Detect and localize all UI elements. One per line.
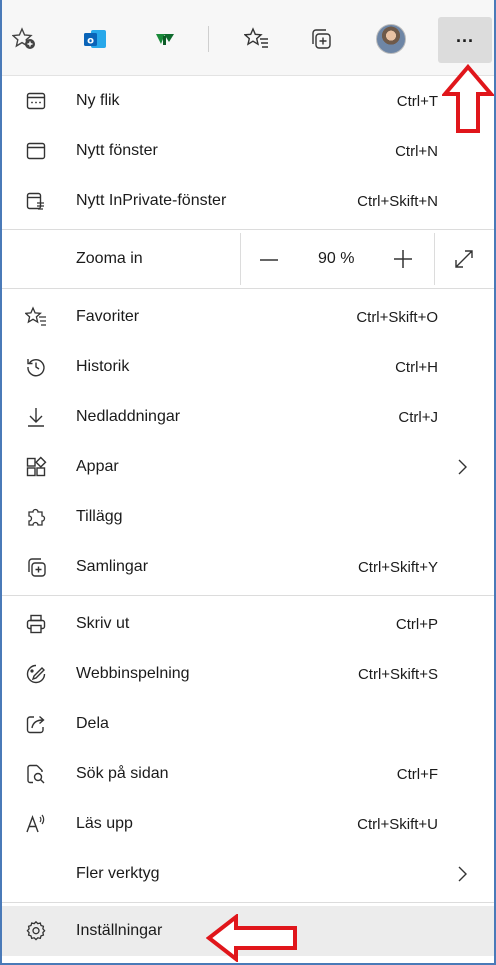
menu-divider: [2, 595, 494, 596]
downloads-label: Nedladdningar: [76, 408, 181, 425]
menu-item-more-tools[interactable]: Fler verktyg: [2, 849, 494, 899]
downloads-shortcut: Ctrl+J: [398, 408, 438, 426]
chevron-right-icon: [456, 864, 470, 889]
favorites-label: Favoriter: [76, 308, 140, 325]
browser-window: o ... Ny flik Ctrl+T Nytt fönster Ctrl+N…: [0, 0, 496, 965]
browser-toolbar: o ...: [2, 0, 494, 76]
avatar-image: [376, 24, 406, 54]
new-tab-label: Ny flik: [76, 92, 120, 109]
outlook-extension-icon[interactable]: o: [72, 8, 118, 70]
menu-item-collections[interactable]: Samlingar Ctrl+Skift+Y: [2, 542, 494, 592]
menu-item-share[interactable]: Dela: [2, 699, 494, 749]
new-window-icon: [24, 139, 48, 163]
menu-divider: [2, 288, 494, 289]
history-icon: [24, 355, 48, 379]
menu-item-new-inprivate[interactable]: Nytt InPrivate-fönster Ctrl+Skift+N: [2, 176, 494, 226]
favorites-icon[interactable]: [234, 8, 280, 70]
favorites-icon: [24, 305, 48, 329]
share-icon: [24, 712, 48, 736]
zoom-label: Zooma in: [76, 250, 143, 267]
new-window-shortcut: Ctrl+N: [395, 142, 438, 160]
zoom-separator: [240, 233, 241, 285]
inprivate-icon: [24, 189, 48, 213]
find-on-page-icon: [24, 762, 48, 786]
web-capture-shortcut: Ctrl+Skift+S: [357, 665, 438, 683]
collections-label: Samlingar: [76, 558, 149, 575]
settings-menu: Ny flik Ctrl+T Nytt fönster Ctrl+N Nytt …: [2, 76, 494, 956]
read-aloud-shortcut: Ctrl+Skift+U: [357, 815, 438, 833]
puzzle-icon: [24, 505, 48, 529]
new-tab-icon: [24, 89, 48, 113]
add-favorite-icon[interactable]: [2, 8, 48, 70]
chevron-right-icon: [456, 457, 470, 482]
more-tools-label: Fler verktyg: [76, 865, 160, 882]
print-label: Skriv ut: [76, 615, 130, 632]
annotation-arrow-left: [206, 914, 297, 962]
menu-item-apps[interactable]: Appar: [2, 442, 494, 492]
toolbar-separator: [208, 26, 209, 52]
zoom-out-icon[interactable]: [258, 249, 280, 276]
menu-item-zoom: Zooma in 90 %: [2, 233, 494, 285]
find-shortcut: Ctrl+F: [396, 765, 438, 783]
new-inprivate-label: Nytt InPrivate-fönster: [76, 192, 227, 209]
extensions-label: Tillägg: [76, 508, 123, 525]
apps-label: Appar: [76, 458, 119, 475]
print-shortcut: Ctrl+P: [395, 615, 438, 633]
menu-item-read-aloud[interactable]: Läs upp Ctrl+Skift+U: [2, 799, 494, 849]
download-icon: [24, 405, 48, 429]
history-shortcut: Ctrl+H: [395, 358, 438, 376]
more-options-icon: ...: [455, 25, 474, 46]
menu-item-extensions[interactable]: Tillägg: [2, 492, 494, 542]
collections-shortcut: Ctrl+Skift+Y: [357, 558, 438, 576]
collections-icon[interactable]: [298, 8, 344, 70]
web-capture-label: Webbinspelning: [76, 665, 190, 682]
fullscreen-icon[interactable]: [453, 248, 475, 275]
find-label: Sök på sidan: [76, 765, 169, 782]
read-aloud-label: Läs upp: [76, 815, 133, 832]
read-aloud-icon: [24, 812, 48, 836]
annotation-arrow-up: [442, 64, 494, 133]
zoom-value: 90 %: [318, 250, 355, 267]
zoom-in-icon[interactable]: [392, 248, 414, 275]
menu-item-find[interactable]: Sök på sidan Ctrl+F: [2, 749, 494, 799]
svg-text:o: o: [87, 36, 94, 47]
menu-item-history[interactable]: Historik Ctrl+H: [2, 342, 494, 392]
collections-icon: [24, 555, 48, 579]
favorites-shortcut: Ctrl+Skift+O: [356, 308, 438, 326]
zoom-separator: [434, 233, 435, 285]
more-options-button[interactable]: ...: [438, 17, 492, 63]
printer-icon: [24, 612, 48, 636]
new-window-label: Nytt fönster: [76, 142, 158, 159]
menu-item-favorites[interactable]: Favoriter Ctrl+Skift+O: [2, 292, 494, 342]
menu-divider: [2, 229, 494, 230]
menu-item-web-capture[interactable]: Webbinspelning Ctrl+Skift+S: [2, 649, 494, 699]
menu-item-new-window[interactable]: Nytt fönster Ctrl+N: [2, 126, 494, 176]
web-capture-icon: [24, 662, 48, 686]
menu-item-new-tab[interactable]: Ny flik Ctrl+T: [2, 76, 494, 126]
new-tab-shortcut: Ctrl+T: [396, 92, 438, 110]
apps-icon: [24, 455, 48, 479]
new-inprivate-shortcut: Ctrl+Skift+N: [357, 192, 438, 210]
extension-icon[interactable]: [142, 8, 188, 70]
menu-item-downloads[interactable]: Nedladdningar Ctrl+J: [2, 392, 494, 442]
gear-icon: [24, 919, 48, 943]
menu-item-print[interactable]: Skriv ut Ctrl+P: [2, 599, 494, 649]
history-label: Historik: [76, 358, 130, 375]
profile-avatar[interactable]: [368, 8, 414, 70]
menu-divider: [2, 902, 494, 903]
share-label: Dela: [76, 715, 109, 732]
settings-label: Inställningar: [76, 922, 163, 939]
